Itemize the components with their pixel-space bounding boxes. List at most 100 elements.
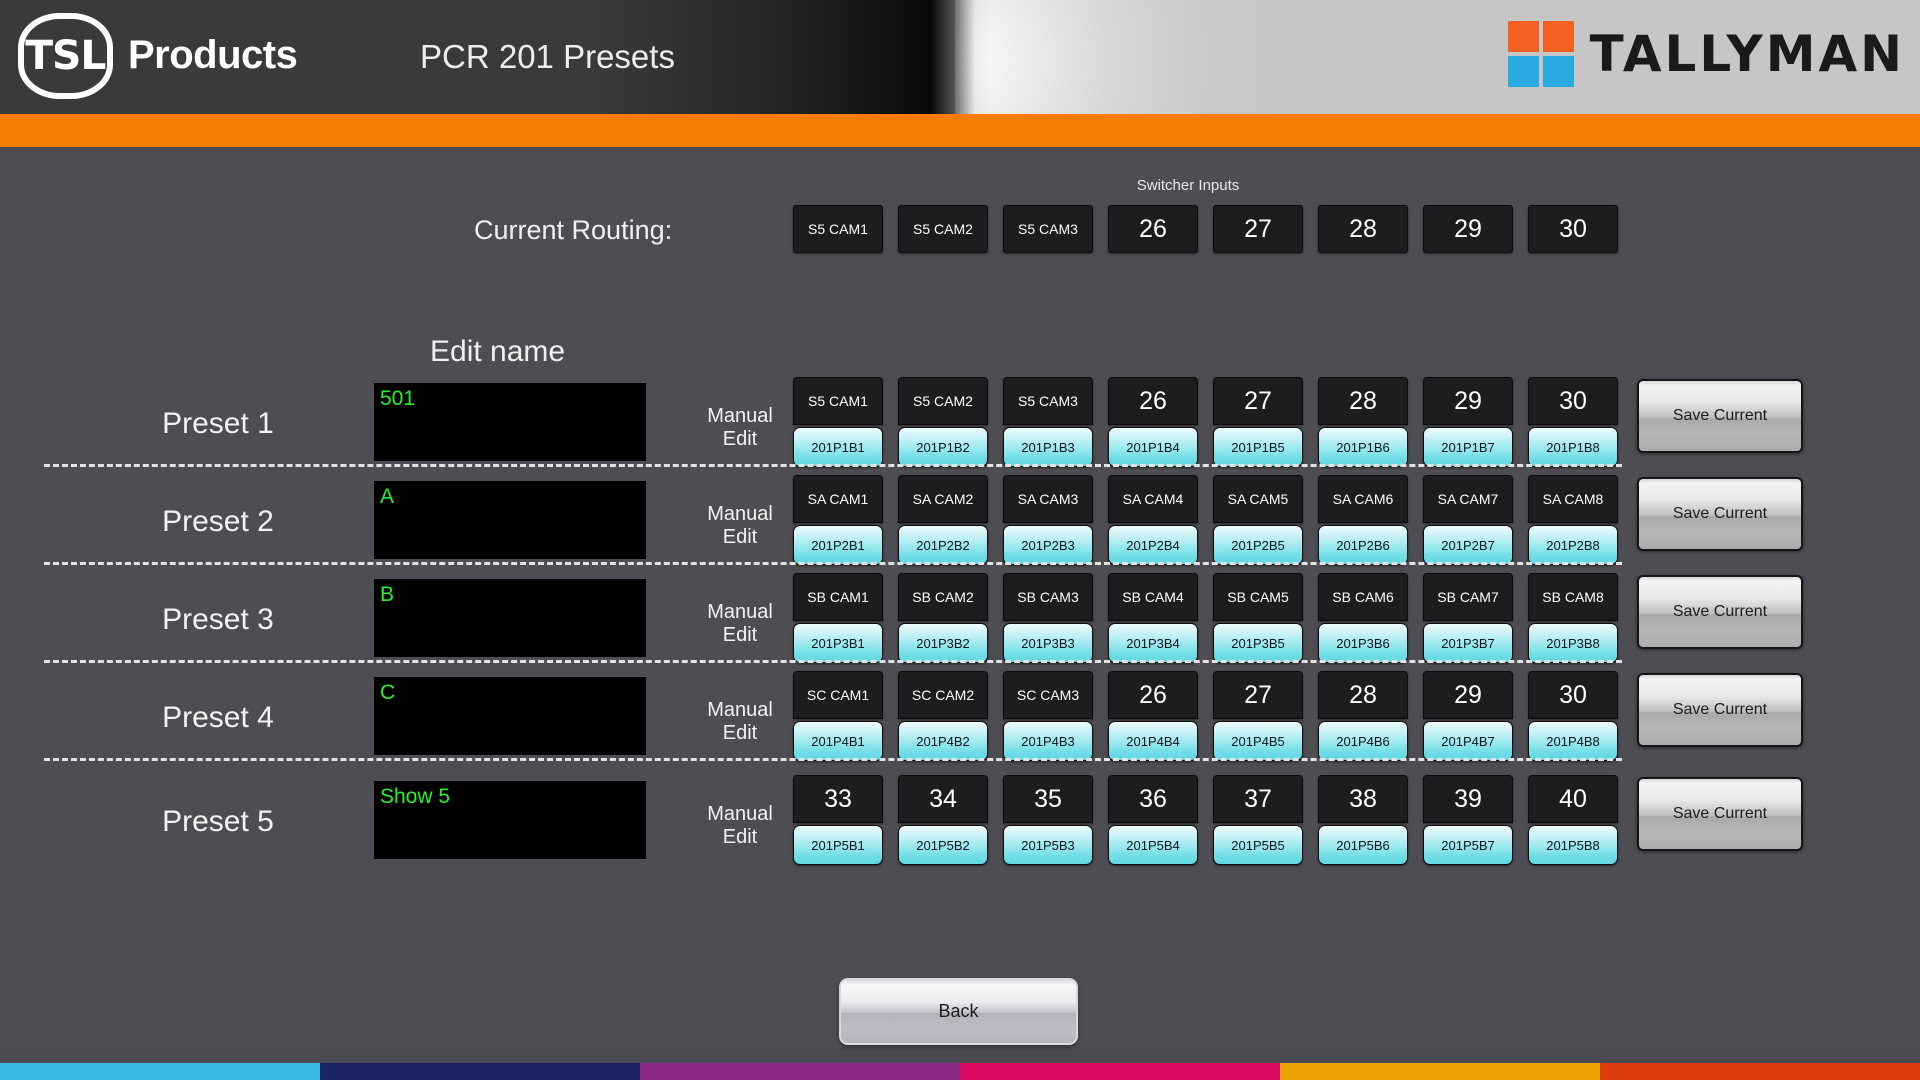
destination-button[interactable]: 201P2B6 bbox=[1318, 525, 1408, 565]
destination-button[interactable]: 201P4B8 bbox=[1528, 721, 1618, 761]
source-button[interactable]: 37 bbox=[1213, 775, 1303, 823]
current-routing-button[interactable]: 27 bbox=[1213, 205, 1303, 253]
source-button[interactable]: SB CAM4 bbox=[1108, 573, 1198, 621]
destination-button[interactable]: 201P1B1 bbox=[793, 427, 883, 467]
source-button[interactable]: SB CAM8 bbox=[1528, 573, 1618, 621]
source-button[interactable]: SC CAM3 bbox=[1003, 671, 1093, 719]
destination-button[interactable]: 201P2B7 bbox=[1423, 525, 1513, 565]
source-button[interactable]: 35 bbox=[1003, 775, 1093, 823]
source-button[interactable]: SA CAM6 bbox=[1318, 475, 1408, 523]
source-button[interactable]: SA CAM3 bbox=[1003, 475, 1093, 523]
manual-edit-label[interactable]: Manual Edit bbox=[690, 601, 790, 647]
destination-button[interactable]: 201P2B2 bbox=[898, 525, 988, 565]
destination-button[interactable]: 201P4B6 bbox=[1318, 721, 1408, 761]
destination-button[interactable]: 201P2B1 bbox=[793, 525, 883, 565]
destination-button[interactable]: 201P1B4 bbox=[1108, 427, 1198, 467]
destination-button[interactable]: 201P2B8 bbox=[1528, 525, 1618, 565]
destination-button[interactable]: 201P3B4 bbox=[1108, 623, 1198, 663]
source-button[interactable]: S5 CAM1 bbox=[793, 377, 883, 425]
destination-button[interactable]: 201P4B5 bbox=[1213, 721, 1303, 761]
preset-name-input[interactable]: B bbox=[374, 579, 646, 657]
source-button[interactable]: 38 bbox=[1318, 775, 1408, 823]
source-button[interactable]: SB CAM3 bbox=[1003, 573, 1093, 621]
destination-button[interactable]: 201P1B5 bbox=[1213, 427, 1303, 467]
source-button[interactable]: 26 bbox=[1108, 377, 1198, 425]
destination-button[interactable]: 201P3B7 bbox=[1423, 623, 1513, 663]
source-button[interactable]: SB CAM2 bbox=[898, 573, 988, 621]
source-button[interactable]: 40 bbox=[1528, 775, 1618, 823]
source-button[interactable]: 28 bbox=[1318, 377, 1408, 425]
source-button[interactable]: SB CAM7 bbox=[1423, 573, 1513, 621]
destination-button[interactable]: 201P5B3 bbox=[1003, 825, 1093, 865]
source-button[interactable]: SA CAM7 bbox=[1423, 475, 1513, 523]
source-button[interactable]: SC CAM2 bbox=[898, 671, 988, 719]
source-button[interactable]: 36 bbox=[1108, 775, 1198, 823]
back-button[interactable]: Back bbox=[839, 978, 1078, 1045]
current-routing-button[interactable]: 30 bbox=[1528, 205, 1618, 253]
source-button[interactable]: 33 bbox=[793, 775, 883, 823]
source-button[interactable]: 29 bbox=[1423, 377, 1513, 425]
destination-button[interactable]: 201P4B7 bbox=[1423, 721, 1513, 761]
destination-button[interactable]: 201P2B5 bbox=[1213, 525, 1303, 565]
destination-button[interactable]: 201P3B1 bbox=[793, 623, 883, 663]
destination-button[interactable]: 201P4B1 bbox=[793, 721, 883, 761]
destination-button[interactable]: 201P1B3 bbox=[1003, 427, 1093, 467]
source-button[interactable]: SA CAM1 bbox=[793, 475, 883, 523]
source-button[interactable]: 30 bbox=[1528, 671, 1618, 719]
destination-button[interactable]: 201P1B2 bbox=[898, 427, 988, 467]
preset-name-input[interactable]: A bbox=[374, 481, 646, 559]
source-button[interactable]: SA CAM5 bbox=[1213, 475, 1303, 523]
source-button[interactable]: SB CAM5 bbox=[1213, 573, 1303, 621]
source-button[interactable]: 29 bbox=[1423, 671, 1513, 719]
destination-button[interactable]: 201P4B3 bbox=[1003, 721, 1093, 761]
destination-button[interactable]: 201P1B8 bbox=[1528, 427, 1618, 467]
source-button[interactable]: 28 bbox=[1318, 671, 1408, 719]
current-routing-button[interactable]: S5 CAM2 bbox=[898, 205, 988, 253]
source-button[interactable]: SC CAM1 bbox=[793, 671, 883, 719]
destination-button[interactable]: 201P2B3 bbox=[1003, 525, 1093, 565]
save-current-button[interactable]: Save Current bbox=[1637, 777, 1803, 851]
destination-button[interactable]: 201P5B7 bbox=[1423, 825, 1513, 865]
source-button[interactable]: 27 bbox=[1213, 671, 1303, 719]
manual-edit-label[interactable]: Manual Edit bbox=[690, 405, 790, 451]
source-button[interactable]: SA CAM8 bbox=[1528, 475, 1618, 523]
source-button[interactable]: 34 bbox=[898, 775, 988, 823]
destination-button[interactable]: 201P5B5 bbox=[1213, 825, 1303, 865]
source-button[interactable]: S5 CAM3 bbox=[1003, 377, 1093, 425]
current-routing-button[interactable]: S5 CAM3 bbox=[1003, 205, 1093, 253]
destination-button[interactable]: 201P3B6 bbox=[1318, 623, 1408, 663]
save-current-button[interactable]: Save Current bbox=[1637, 379, 1803, 453]
source-button[interactable]: 27 bbox=[1213, 377, 1303, 425]
current-routing-button[interactable]: 28 bbox=[1318, 205, 1408, 253]
destination-button[interactable]: 201P2B4 bbox=[1108, 525, 1198, 565]
current-routing-button[interactable]: S5 CAM1 bbox=[793, 205, 883, 253]
current-routing-button[interactable]: 29 bbox=[1423, 205, 1513, 253]
destination-button[interactable]: 201P3B8 bbox=[1528, 623, 1618, 663]
source-button[interactable]: 26 bbox=[1108, 671, 1198, 719]
destination-button[interactable]: 201P3B3 bbox=[1003, 623, 1093, 663]
destination-button[interactable]: 201P1B7 bbox=[1423, 427, 1513, 467]
manual-edit-label[interactable]: Manual Edit bbox=[690, 803, 790, 849]
destination-button[interactable]: 201P5B4 bbox=[1108, 825, 1198, 865]
destination-button[interactable]: 201P5B2 bbox=[898, 825, 988, 865]
destination-button[interactable]: 201P4B4 bbox=[1108, 721, 1198, 761]
source-button[interactable]: SA CAM4 bbox=[1108, 475, 1198, 523]
preset-name-input[interactable]: C bbox=[374, 677, 646, 755]
source-button[interactable]: 30 bbox=[1528, 377, 1618, 425]
destination-button[interactable]: 201P5B1 bbox=[793, 825, 883, 865]
preset-name-input[interactable]: 501 bbox=[374, 383, 646, 461]
source-button[interactable]: SB CAM6 bbox=[1318, 573, 1408, 621]
destination-button[interactable]: 201P3B5 bbox=[1213, 623, 1303, 663]
destination-button[interactable]: 201P1B6 bbox=[1318, 427, 1408, 467]
source-button[interactable]: S5 CAM2 bbox=[898, 377, 988, 425]
manual-edit-label[interactable]: Manual Edit bbox=[690, 503, 790, 549]
current-routing-button[interactable]: 26 bbox=[1108, 205, 1198, 253]
save-current-button[interactable]: Save Current bbox=[1637, 673, 1803, 747]
save-current-button[interactable]: Save Current bbox=[1637, 575, 1803, 649]
destination-button[interactable]: 201P3B2 bbox=[898, 623, 988, 663]
source-button[interactable]: SB CAM1 bbox=[793, 573, 883, 621]
destination-button[interactable]: 201P4B2 bbox=[898, 721, 988, 761]
manual-edit-label[interactable]: Manual Edit bbox=[690, 699, 790, 745]
save-current-button[interactable]: Save Current bbox=[1637, 477, 1803, 551]
destination-button[interactable]: 201P5B8 bbox=[1528, 825, 1618, 865]
